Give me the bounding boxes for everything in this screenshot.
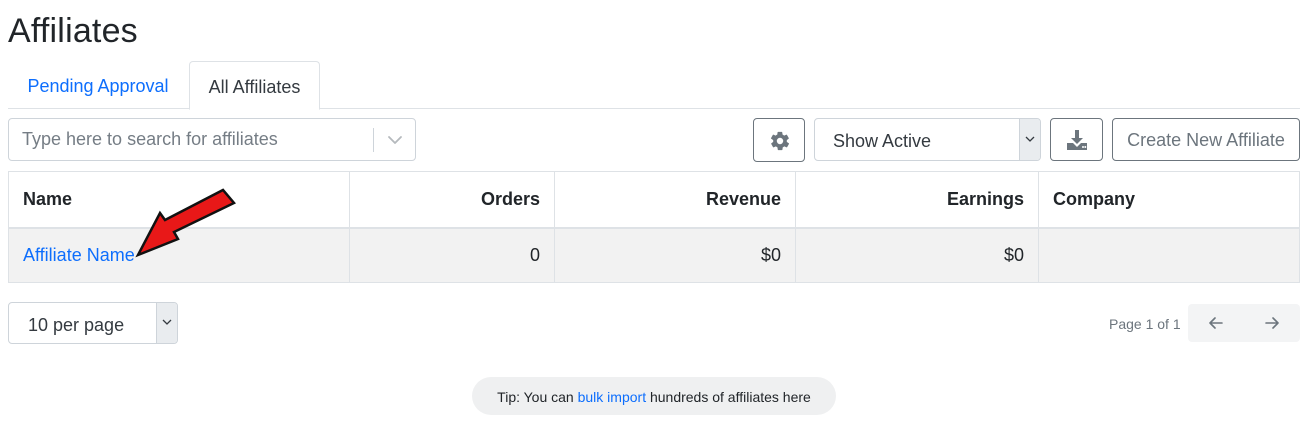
tab-all-affiliates[interactable]: All Affiliates [189,61,320,110]
chevron-down-icon[interactable] [385,131,405,149]
status-filter-value: Show Active [833,131,932,151]
select-arrow[interactable] [156,303,177,343]
page-info: Page 1 of 1 [1109,316,1181,332]
search-box[interactable] [8,118,416,161]
search-input[interactable] [9,119,373,160]
page-title: Affiliates [8,12,138,50]
download-button[interactable] [1050,118,1103,161]
select-arrow[interactable] [1019,119,1040,160]
cell-revenue: $0 [554,227,796,283]
tab-pending-approval[interactable]: Pending Approval [8,61,188,109]
tip-suffix: hundreds of affiliates here [646,389,811,405]
bulk-import-link[interactable]: bulk import [578,389,646,405]
previous-page-button[interactable] [1188,304,1244,342]
tip-banner: Tip: You can bulk import hundreds of aff… [472,377,836,415]
column-header-revenue[interactable]: Revenue [554,171,796,229]
settings-button[interactable] [753,118,805,162]
affiliate-name-link[interactable]: Affiliate Name [23,245,135,265]
column-header-orders[interactable]: Orders [349,171,555,229]
per-page-value: 10 per page [28,315,125,335]
annotation-arrow-icon [135,188,236,258]
next-page-button[interactable] [1244,304,1300,342]
column-header-earnings[interactable]: Earnings [795,171,1039,229]
cell-company [1038,227,1300,283]
search-separator [373,128,374,152]
column-header-company[interactable]: Company [1038,171,1300,229]
create-affiliate-button[interactable]: Create New Affiliate [1112,118,1300,161]
cell-earnings: $0 [795,227,1039,283]
status-filter-select[interactable]: Show Active [814,118,1041,161]
tab-bar: Pending Approval All Affiliates [8,61,1300,110]
tip-prefix: Tip: You can [497,389,578,405]
per-page-select[interactable]: 10 per page [8,302,178,344]
cell-orders: 0 [349,227,555,283]
